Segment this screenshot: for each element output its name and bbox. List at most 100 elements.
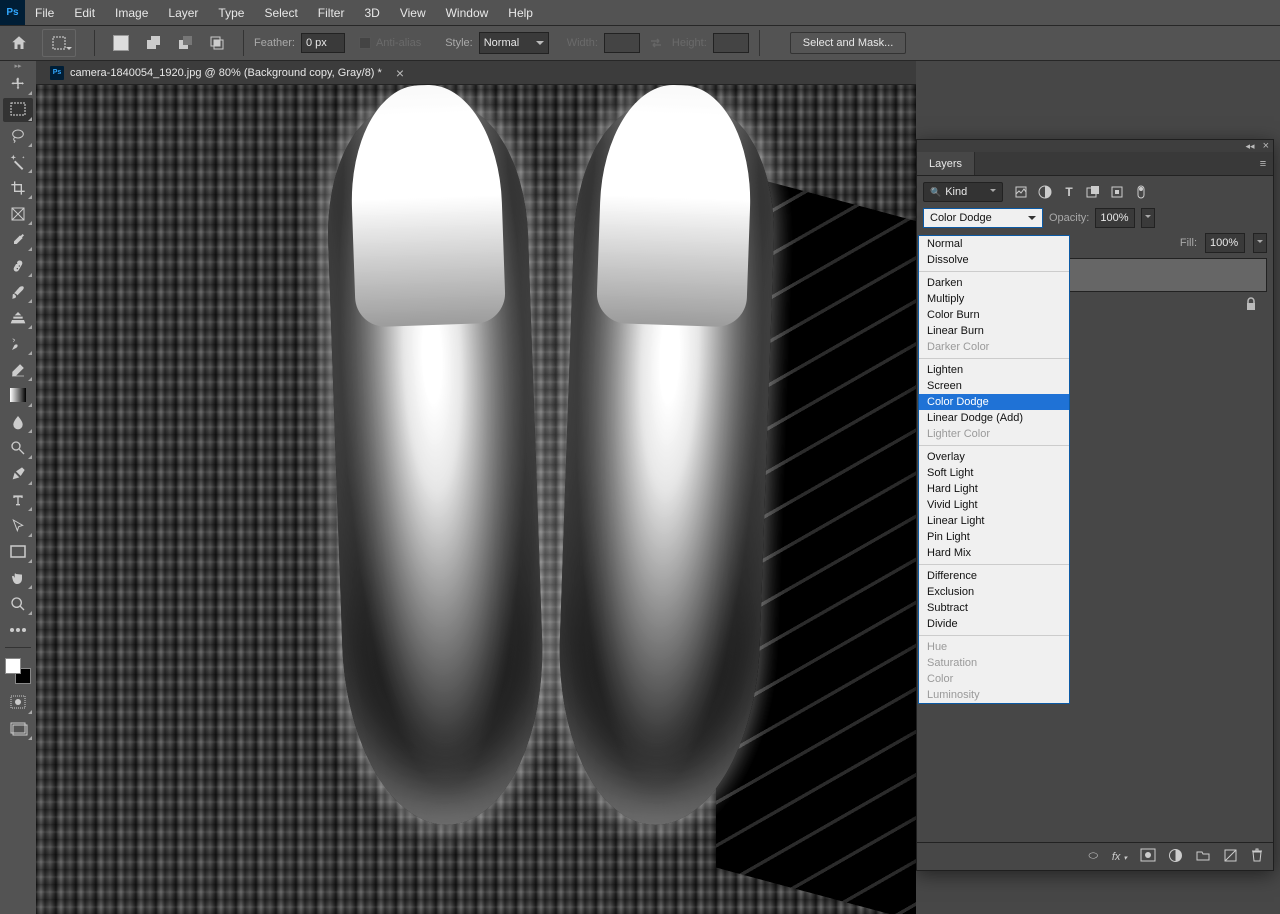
anti-alias-label: Anti-alias (376, 37, 421, 49)
mask-icon[interactable] (1141, 849, 1155, 864)
kind-filter-select[interactable]: Kind (923, 182, 1003, 202)
blend-mode-dropdown[interactable]: NormalDissolveDarkenMultiplyColor BurnLi… (918, 235, 1070, 704)
fill-label: Fill: (1180, 237, 1197, 249)
more-tools[interactable] (3, 618, 33, 642)
brush-tool[interactable] (3, 280, 33, 304)
adjustment-icon[interactable] (1169, 849, 1182, 865)
menu-3d[interactable]: 3D (354, 0, 389, 25)
menu-edit[interactable]: Edit (64, 0, 105, 25)
lock-icon (1245, 297, 1257, 311)
blend-option-darken[interactable]: Darken (919, 275, 1069, 291)
blend-option-subtract[interactable]: Subtract (919, 600, 1069, 616)
blend-option-lighten[interactable]: Lighten (919, 362, 1069, 378)
new-selection-icon[interactable] (109, 31, 133, 55)
blend-option-multiply[interactable]: Multiply (919, 291, 1069, 307)
hand-tool[interactable] (3, 566, 33, 590)
blend-option-hard-light[interactable]: Hard Light (919, 481, 1069, 497)
fx-icon[interactable]: fx ▾ (1112, 851, 1127, 863)
trash-icon[interactable] (1251, 848, 1263, 865)
magic-wand-tool[interactable] (3, 150, 33, 174)
filter-adjust-icon[interactable] (1037, 184, 1053, 200)
width-input (604, 33, 640, 53)
filter-pixel-icon[interactable] (1013, 184, 1029, 200)
frame-tool[interactable] (3, 202, 33, 226)
screen-mode-tool[interactable] (3, 717, 33, 741)
filter-smart-icon[interactable] (1109, 184, 1125, 200)
color-swatches[interactable] (5, 658, 31, 684)
blend-option-normal[interactable]: Normal (919, 236, 1069, 252)
link-layers-icon[interactable]: ⬭ (1088, 850, 1097, 863)
close-panel-icon[interactable]: × (1263, 140, 1269, 152)
blend-option-color-dodge[interactable]: Color Dodge (919, 394, 1069, 410)
zoom-tool[interactable] (3, 592, 33, 616)
style-select[interactable]: Normal (479, 32, 549, 54)
rectangle-tool[interactable] (3, 540, 33, 564)
blend-mode-select[interactable]: Color Dodge (923, 208, 1043, 228)
canvas[interactable] (36, 85, 916, 914)
blend-option-hue: Hue (919, 639, 1069, 655)
menu-file[interactable]: File (25, 0, 64, 25)
blend-option-linear-dodge-add-[interactable]: Linear Dodge (Add) (919, 410, 1069, 426)
move-tool[interactable] (3, 72, 33, 96)
eraser-tool[interactable] (3, 358, 33, 382)
fill-input[interactable] (1205, 233, 1245, 253)
menu-layer[interactable]: Layer (158, 0, 208, 25)
document-title: camera-1840054_1920.jpg @ 80% (Backgroun… (70, 67, 382, 79)
current-tool-preset[interactable] (42, 29, 76, 57)
menu-image[interactable]: Image (105, 0, 158, 25)
blend-option-overlay[interactable]: Overlay (919, 449, 1069, 465)
eyedropper-tool[interactable] (3, 228, 33, 252)
toolbar-grip[interactable]: ▸▸ (0, 61, 36, 71)
select-and-mask-button[interactable]: Select and Mask... (790, 32, 907, 54)
blend-option-screen[interactable]: Screen (919, 378, 1069, 394)
type-tool[interactable] (3, 488, 33, 512)
panel-menu-icon[interactable]: ≡ (1253, 152, 1273, 175)
clone-stamp-tool[interactable] (3, 306, 33, 330)
home-button[interactable] (4, 29, 34, 57)
collapse-icon[interactable]: ◂◂ (1246, 141, 1255, 152)
dodge-tool[interactable] (3, 436, 33, 460)
subtract-selection-icon[interactable] (173, 31, 197, 55)
add-selection-icon[interactable] (141, 31, 165, 55)
filter-type-icon[interactable]: T (1061, 184, 1077, 200)
menu-help[interactable]: Help (498, 0, 543, 25)
blur-tool[interactable] (3, 410, 33, 434)
blend-option-linear-burn[interactable]: Linear Burn (919, 323, 1069, 339)
pen-tool[interactable] (3, 462, 33, 486)
blend-option-exclusion[interactable]: Exclusion (919, 584, 1069, 600)
document-tab[interactable]: Ps camera-1840054_1920.jpg @ 80% (Backgr… (50, 65, 404, 81)
blend-option-pin-light[interactable]: Pin Light (919, 529, 1069, 545)
path-selection-tool[interactable] (3, 514, 33, 538)
gradient-tool[interactable] (3, 384, 33, 408)
quick-mask-tool[interactable] (3, 691, 33, 715)
crop-tool[interactable] (3, 176, 33, 200)
opacity-dropdown-icon[interactable] (1141, 208, 1155, 228)
group-icon[interactable] (1196, 849, 1210, 864)
lasso-tool[interactable] (3, 124, 33, 148)
menu-view[interactable]: View (390, 0, 436, 25)
new-layer-icon[interactable] (1224, 849, 1237, 865)
blend-option-dissolve[interactable]: Dissolve (919, 252, 1069, 268)
intersect-selection-icon[interactable] (205, 31, 229, 55)
filter-shape-icon[interactable] (1085, 184, 1101, 200)
blend-option-divide[interactable]: Divide (919, 616, 1069, 632)
menu-type[interactable]: Type (208, 0, 254, 25)
blend-option-color-burn[interactable]: Color Burn (919, 307, 1069, 323)
blend-option-linear-light[interactable]: Linear Light (919, 513, 1069, 529)
fill-dropdown-icon[interactable] (1253, 233, 1267, 253)
blend-option-soft-light[interactable]: Soft Light (919, 465, 1069, 481)
menu-filter[interactable]: Filter (308, 0, 355, 25)
spot-healing-tool[interactable] (3, 254, 33, 278)
history-brush-tool[interactable] (3, 332, 33, 356)
opacity-input[interactable] (1095, 208, 1135, 228)
feather-input[interactable] (301, 33, 345, 53)
blend-option-difference[interactable]: Difference (919, 568, 1069, 584)
rectangular-marquee-tool[interactable] (3, 98, 33, 122)
menu-window[interactable]: Window (436, 0, 499, 25)
layers-tab[interactable]: Layers (917, 152, 975, 175)
blend-option-vivid-light[interactable]: Vivid Light (919, 497, 1069, 513)
filter-toggle-icon[interactable] (1133, 184, 1149, 200)
menu-select[interactable]: Select (254, 0, 307, 25)
close-icon[interactable]: × (396, 65, 404, 81)
blend-option-hard-mix[interactable]: Hard Mix (919, 545, 1069, 561)
